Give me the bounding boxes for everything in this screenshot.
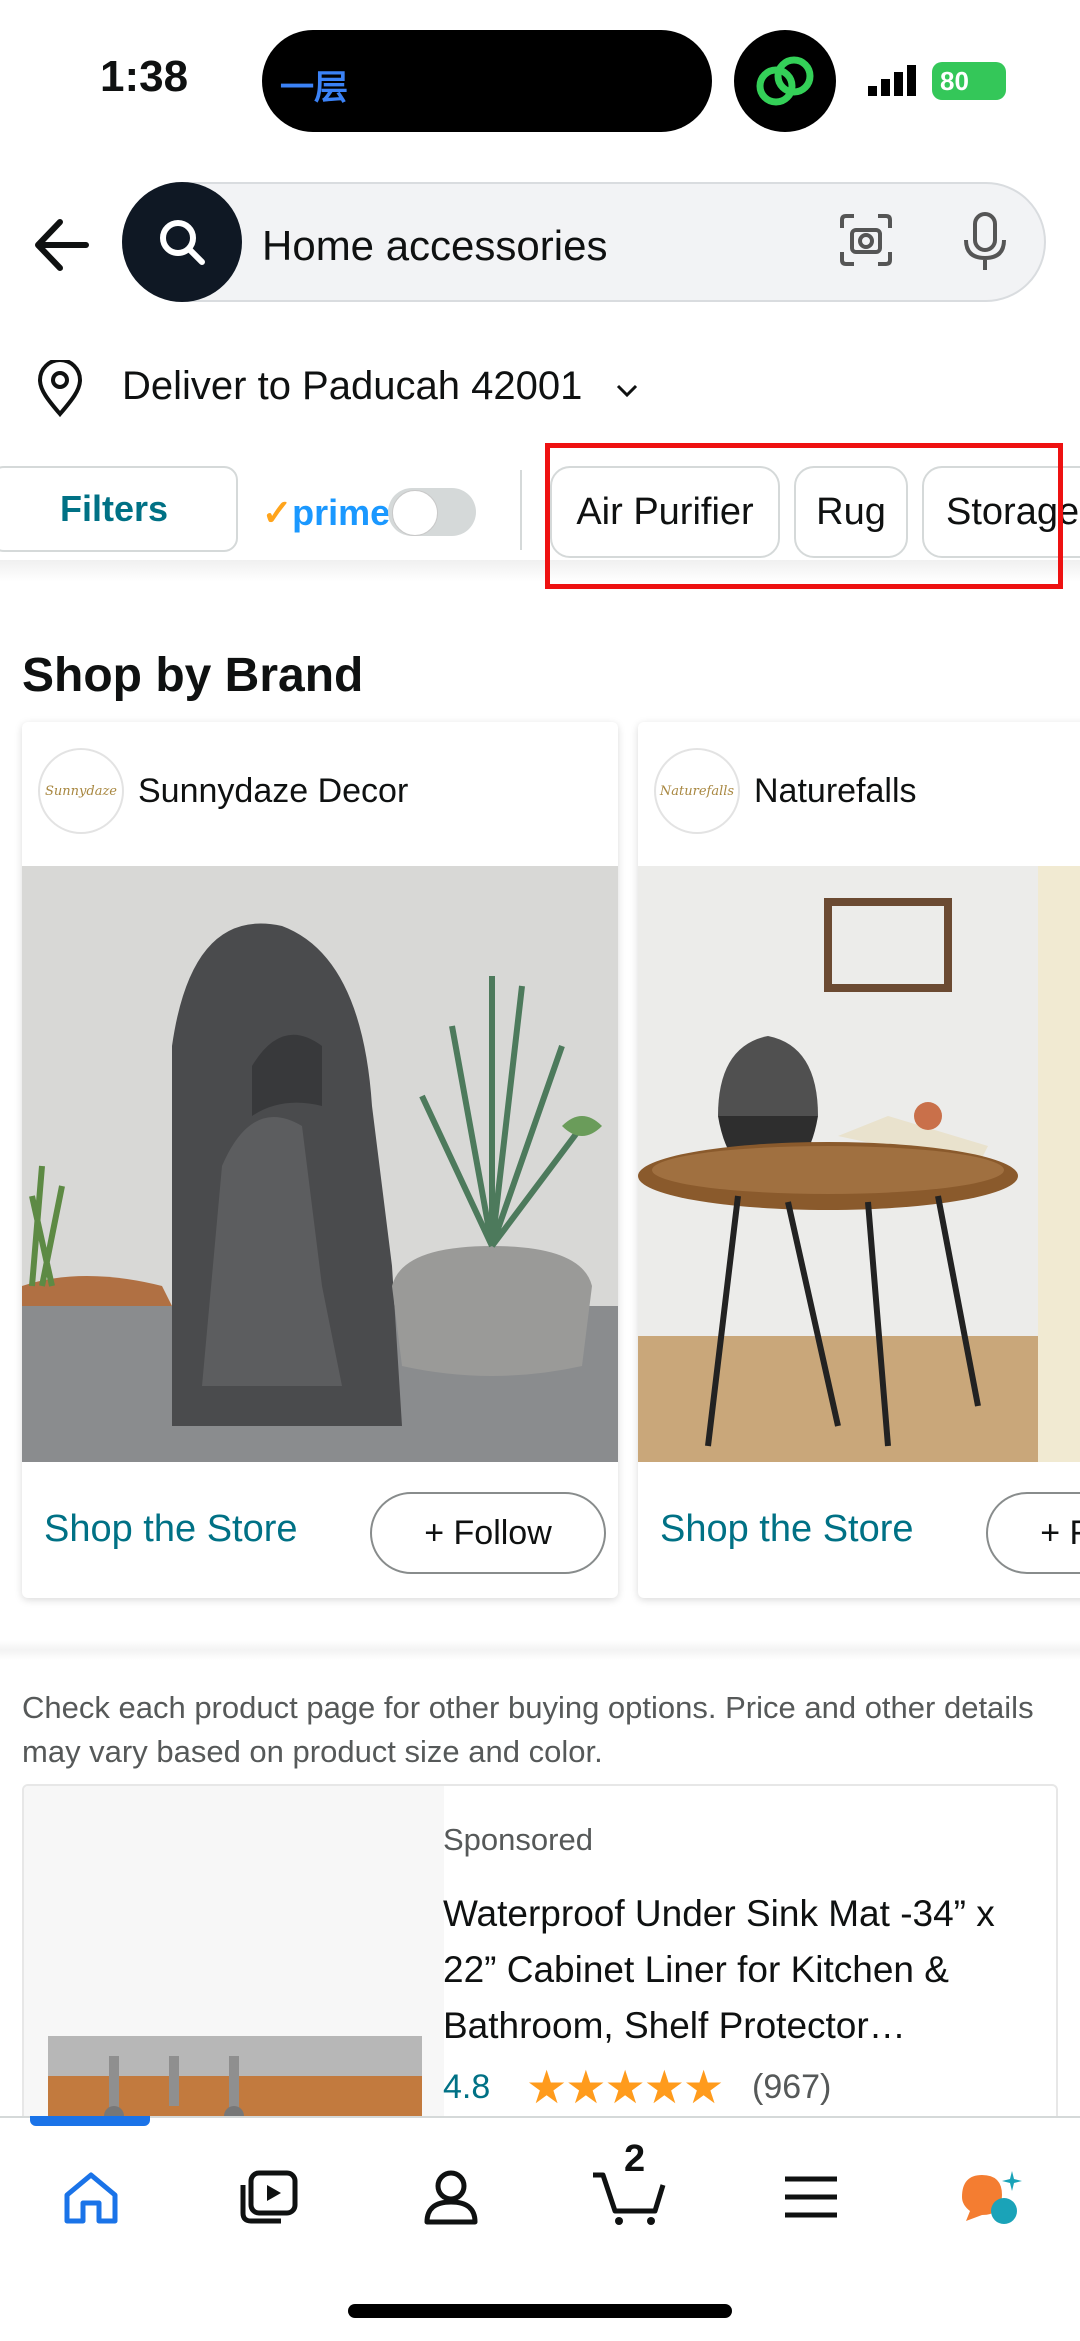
brand-logo-text: Naturefalls bbox=[659, 783, 735, 799]
rufus-icon bbox=[962, 2171, 1022, 2224]
rating-value: 4.8 bbox=[443, 2068, 491, 2106]
highlight-box bbox=[545, 443, 1063, 589]
follow-button[interactable]: + Follow bbox=[986, 1492, 1080, 1574]
search-button[interactable] bbox=[122, 182, 242, 302]
section-separator bbox=[0, 1640, 1080, 1660]
search-input[interactable]: Home accessories bbox=[262, 222, 607, 270]
prime-logo: ✓prime bbox=[262, 492, 390, 534]
active-tab-indicator bbox=[30, 2116, 150, 2126]
battery-level: 80 bbox=[940, 66, 969, 96]
shop-the-store-link[interactable]: Shop the Store bbox=[660, 1508, 914, 1551]
prime-check-icon: ✓ bbox=[262, 492, 293, 533]
nav-account[interactable] bbox=[406, 2152, 496, 2242]
brand-name[interactable]: Naturefalls bbox=[754, 772, 917, 811]
nav-rufus[interactable] bbox=[946, 2152, 1036, 2242]
video-icon bbox=[240, 2170, 298, 2224]
brand-logo: Sunnydaze bbox=[38, 748, 124, 834]
camera-search-icon[interactable] bbox=[838, 212, 894, 268]
disclaimer-text: Check each product page for other buying… bbox=[22, 1690, 1034, 1769]
home-icon bbox=[64, 2172, 118, 2224]
brand-name[interactable]: Sunnydaze Decor bbox=[138, 772, 408, 811]
shop-the-store-link[interactable]: Shop the Store bbox=[44, 1508, 298, 1551]
star-rating-icon[interactable]: ★★★★★ bbox=[526, 2060, 724, 2114]
sponsored-label: Sponsored bbox=[443, 1822, 593, 1857]
prime-toggle-knob bbox=[392, 490, 438, 536]
brand-logo-text: Sunnydaze bbox=[45, 783, 117, 799]
chips-divider bbox=[520, 470, 522, 550]
review-count[interactable]: (967) bbox=[752, 2068, 831, 2107]
delivery-location[interactable]: Deliver to Paducah 42001 bbox=[122, 364, 582, 409]
nav-home[interactable] bbox=[46, 2152, 136, 2242]
product-title[interactable]: Waterproof Under Sink Mat -34” x 22” Cab… bbox=[443, 1886, 1053, 2054]
brand-image-tabletop-fountain[interactable] bbox=[638, 866, 1080, 1462]
microphone-icon[interactable] bbox=[960, 212, 1010, 272]
menu-icon bbox=[785, 2176, 837, 2218]
brand-image-fountain[interactable] bbox=[22, 866, 618, 1462]
island-label: 一层 bbox=[280, 69, 348, 107]
signal-icon bbox=[868, 65, 916, 96]
brand-logo: Naturefalls bbox=[654, 748, 740, 834]
status-bar: 1:38 一层 80 bbox=[0, 0, 1080, 160]
battery-icon: 80 bbox=[932, 62, 1006, 100]
location-pin-icon[interactable] bbox=[34, 360, 86, 418]
filters-button[interactable]: Filters bbox=[0, 466, 238, 552]
link-icon bbox=[734, 30, 836, 132]
account-icon bbox=[424, 2170, 478, 2225]
search-icon bbox=[160, 220, 205, 265]
brand-card[interactable]: Naturefalls Naturefalls Shop the Store +… bbox=[638, 722, 1080, 1598]
chevron-down-icon[interactable] bbox=[616, 384, 638, 398]
status-time: 1:38 bbox=[100, 52, 189, 101]
prime-label: prime bbox=[292, 492, 391, 533]
nav-video[interactable] bbox=[224, 2152, 314, 2242]
cart-count-badge: 2 bbox=[624, 2138, 646, 2180]
brand-card[interactable]: Sunnydaze Sunnydaze Decor Shop the Store… bbox=[22, 722, 618, 1598]
back-arrow-icon[interactable] bbox=[30, 214, 92, 276]
home-indicator[interactable] bbox=[348, 2304, 732, 2318]
shop-by-brand-heading: Shop by Brand bbox=[22, 649, 364, 702]
nav-menu[interactable] bbox=[766, 2152, 856, 2242]
follow-button[interactable]: + Follow bbox=[370, 1492, 606, 1574]
